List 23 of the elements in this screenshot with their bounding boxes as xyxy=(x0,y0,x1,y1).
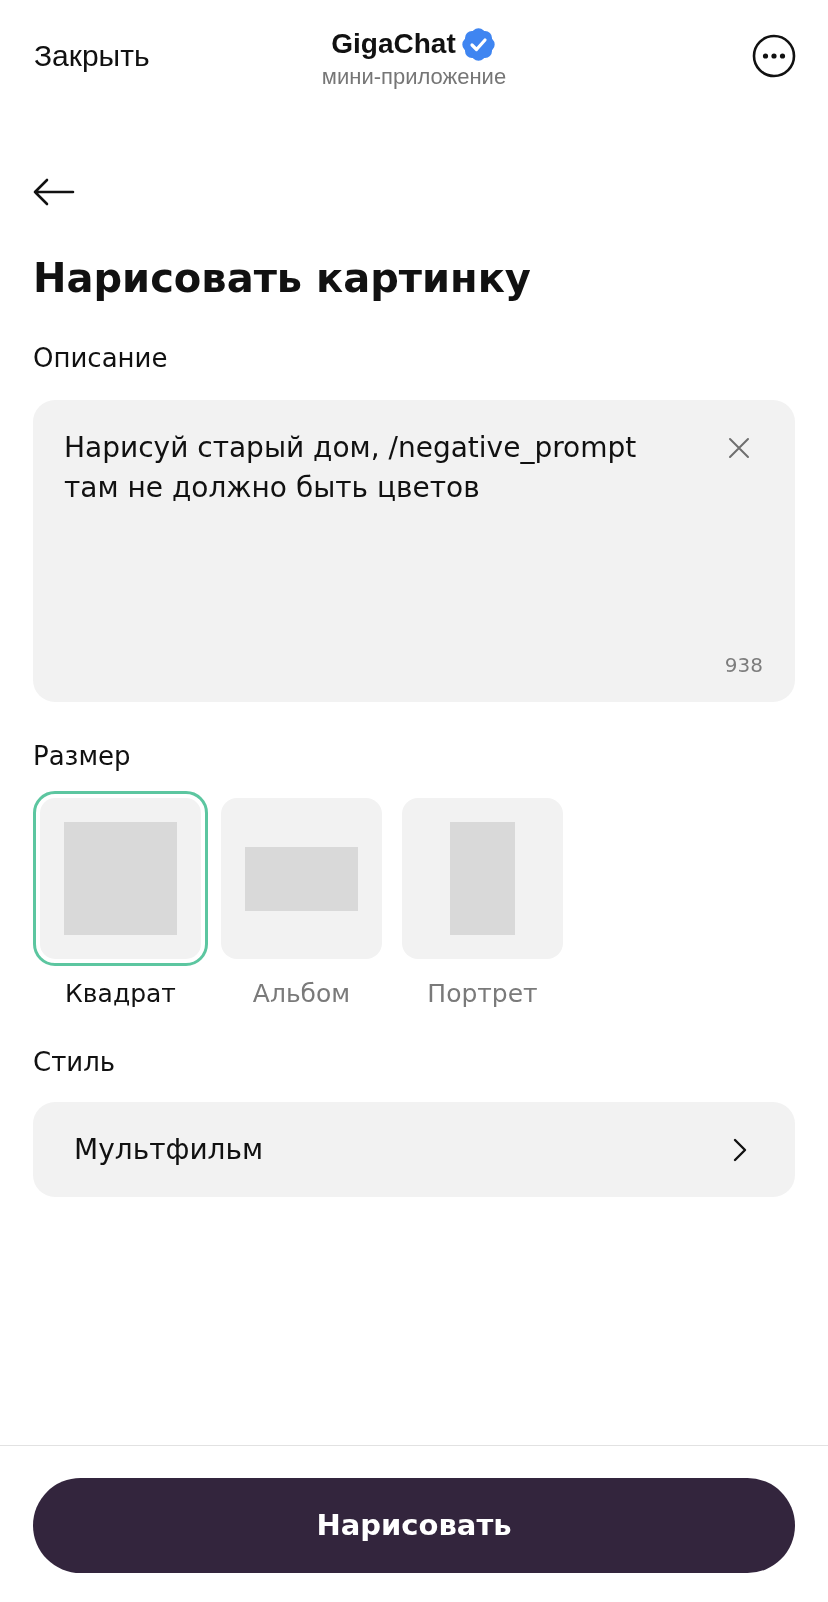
app-title: GigaChat xyxy=(331,27,456,61)
style-label: Стиль xyxy=(33,1046,117,1078)
character-counter: 938 xyxy=(724,652,763,678)
size-label: Размер xyxy=(33,740,132,772)
page-title: Нарисовать картинку xyxy=(33,254,532,302)
chevron-right-icon xyxy=(733,1137,747,1162)
style-select[interactable]: Мультфильм xyxy=(33,1102,795,1197)
landscape-rectangle-icon xyxy=(245,846,358,911)
portrait-rectangle-icon xyxy=(450,822,515,935)
description-label: Описание xyxy=(33,342,169,374)
app-subtitle: мини-приложение xyxy=(321,62,507,91)
back-button[interactable] xyxy=(33,178,75,206)
size-option-label: Альбом xyxy=(252,978,351,1010)
clear-button[interactable] xyxy=(727,436,751,460)
close-icon xyxy=(728,437,750,459)
size-option-label: Портрет xyxy=(427,978,538,1010)
close-link[interactable]: Закрыть xyxy=(32,38,150,74)
back-arrow-icon xyxy=(33,178,75,206)
more-button[interactable] xyxy=(752,34,796,78)
more-icon xyxy=(752,34,796,78)
square-icon xyxy=(64,822,177,935)
size-option-label: Квадрат xyxy=(65,978,176,1010)
draw-button[interactable]: Нарисовать xyxy=(33,1478,795,1573)
